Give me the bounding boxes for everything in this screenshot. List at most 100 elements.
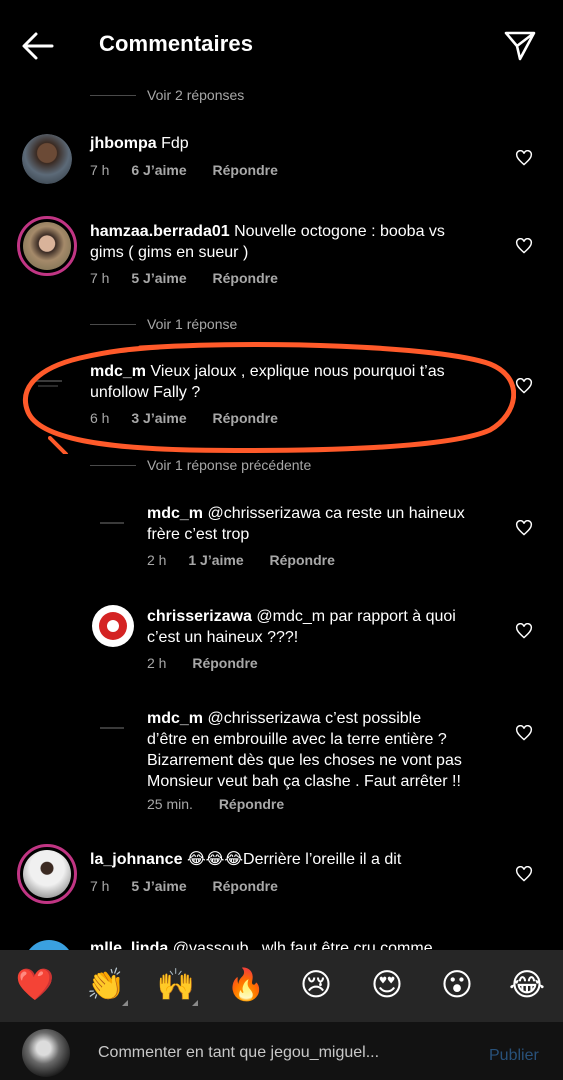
comment-body: c’est un haineux ???!: [147, 629, 299, 646]
comment-body: d’être en embrouille avec la terre entiè…: [147, 731, 447, 748]
comment-input[interactable]: Commenter en tant que jegou_miguel...: [98, 1044, 379, 1062]
heart-icon[interactable]: [515, 725, 533, 741]
reply-button[interactable]: Répondre: [270, 552, 335, 568]
thread-line: [90, 324, 136, 325]
annotation-circle: [23, 342, 516, 454]
variant-indicator-icon: [122, 1000, 128, 1006]
reply-button[interactable]: Répondre: [213, 878, 278, 894]
heart-icon[interactable]: [515, 378, 533, 394]
comment-body: @mdc_m par rapport à quoi: [256, 608, 456, 625]
likes-count[interactable]: 6 J’aime: [131, 162, 186, 178]
timestamp: 2 h: [147, 655, 167, 671]
timestamp: 25 min.: [147, 796, 193, 812]
avatar[interactable]: [92, 709, 132, 749]
comment-body: 😂😂😂Derrière l’oreille il a dit: [186, 851, 402, 868]
comment-meta: 2 h 1 J’aime Répondre: [147, 552, 335, 568]
comment-text: mlle_linda @vassoub_ wlh faut être cru c…: [90, 938, 520, 950]
reply-button[interactable]: Répondre: [192, 655, 257, 671]
reply-button[interactable]: Répondre: [213, 162, 278, 178]
timestamp: 7 h: [90, 270, 110, 286]
avatar[interactable]: [17, 216, 77, 276]
emoji-clap-button[interactable]: 👏: [86, 967, 128, 1006]
reply-item: mdc_m @chrisserizawa ca reste un haineux…: [0, 500, 563, 580]
comment-meta: 25 min. Répondre: [147, 796, 284, 812]
username[interactable]: hamzaa.berrada01: [90, 223, 230, 240]
comment-item: mlle_linda @vassoub_ wlh faut être cru c…: [0, 935, 563, 950]
comment-body: @chrisserizawa c’est possible: [207, 710, 422, 727]
comment-text: mdc_m @chrisserizawa c’est possible d’êt…: [147, 708, 527, 792]
back-arrow-icon[interactable]: [20, 28, 56, 64]
emoji-raised-hands-button[interactable]: 🙌: [156, 967, 198, 1006]
timestamp: 2 h: [147, 552, 167, 568]
view-replies-label: Voir 1 réponse: [147, 316, 238, 332]
timestamp: 7 h: [90, 162, 110, 178]
emoji-heart-button[interactable]: ❤️: [15, 968, 55, 1002]
comment-meta: 7 h 6 J’aime Répondre: [90, 162, 278, 178]
heart-icon[interactable]: [515, 623, 533, 639]
comment-body: Monsieur veut bah ça clashe . Faut arrêt…: [147, 773, 461, 790]
post-button[interactable]: Publier: [489, 1047, 539, 1065]
comment-body: gims ( gims en sueur ): [90, 244, 249, 261]
emoji-surprised-button[interactable]: 😮: [437, 968, 477, 1002]
heart-icon[interactable]: [515, 866, 533, 882]
emoji-crying-button[interactable]: 😢: [296, 968, 336, 1002]
emoji-glyph: 🙌: [156, 967, 196, 1002]
send-icon[interactable]: [503, 28, 537, 62]
reply-item: chrisserizawa @mdc_m par rapport à quoi …: [0, 603, 563, 683]
comment-item: la_johnance 😂😂😂Derrière l’oreille il a d…: [0, 844, 563, 914]
avatar[interactable]: [24, 940, 74, 950]
emoji-heart-eyes-button[interactable]: 😍: [367, 968, 407, 1002]
reply-button[interactable]: Répondre: [219, 796, 284, 812]
view-replies-toggle[interactable]: Voir 1 réponse: [90, 315, 290, 335]
view-previous-toggle[interactable]: Voir 1 réponse précédente: [90, 456, 350, 476]
emoji-fire-button[interactable]: 🔥: [226, 968, 266, 1002]
avatar[interactable]: [92, 605, 134, 647]
comment-body: Nouvelle octogone : booba vs: [234, 223, 445, 240]
avatar[interactable]: [17, 844, 77, 904]
comment-body: Fdp: [161, 135, 189, 152]
avatar[interactable]: [92, 504, 132, 544]
avatar: [22, 1029, 70, 1077]
heart-icon[interactable]: [515, 150, 533, 166]
variant-indicator-icon: [192, 1000, 198, 1006]
comment-body: @vassoub_ wlh faut être cru comme: [172, 940, 433, 950]
view-replies-label: Voir 2 réponses: [147, 87, 245, 103]
comment-text: hamzaa.berrada01 Nouvelle octogone : boo…: [90, 221, 520, 263]
emoji-glyph: 👏: [86, 967, 126, 1002]
comment-meta: 7 h 5 J’aime Répondre: [90, 270, 278, 286]
comment-body: frère c’est trop: [147, 526, 250, 543]
thread-line: [90, 465, 136, 466]
timestamp: 7 h: [90, 878, 110, 894]
comment-text: mdc_m @chrisserizawa ca reste un haineux…: [147, 503, 507, 545]
comment-item: hamzaa.berrada01 Nouvelle octogone : boo…: [0, 216, 563, 296]
username[interactable]: chrisserizawa: [147, 608, 252, 625]
header: Commentaires: [0, 0, 563, 90]
username[interactable]: mdc_m: [147, 505, 203, 522]
comment-text: chrisserizawa @mdc_m par rapport à quoi …: [147, 606, 507, 648]
comment-composer: Commenter en tant que jegou_miguel... Pu…: [0, 1022, 563, 1080]
comment-body: @chrisserizawa ca reste un haineux: [207, 505, 465, 522]
heart-icon[interactable]: [515, 520, 533, 536]
emoji-laughing-button[interactable]: 😂: [507, 968, 547, 1002]
comment-item: jhbompa Fdp 7 h 6 J’aime Répondre: [0, 130, 563, 190]
avatar[interactable]: [22, 134, 72, 184]
comment-meta: 7 h 5 J’aime Répondre: [90, 878, 278, 894]
comment-text: jhbompa Fdp: [90, 133, 189, 154]
likes-count[interactable]: 1 J’aime: [188, 552, 243, 568]
comment-meta: 2 h Répondre: [147, 655, 258, 671]
heart-icon[interactable]: [515, 238, 533, 254]
comment-body: Bizarrement dès que les choses ne vont p…: [147, 752, 462, 769]
thread-line: [90, 95, 136, 96]
likes-count[interactable]: 5 J’aime: [131, 270, 186, 286]
comment-text: la_johnance 😂😂😂Derrière l’oreille il a d…: [90, 849, 520, 870]
likes-count[interactable]: 5 J’aime: [131, 878, 186, 894]
reply-button[interactable]: Répondre: [213, 270, 278, 286]
username[interactable]: jhbompa: [90, 135, 157, 152]
view-previous-label: Voir 1 réponse précédente: [147, 457, 312, 473]
username[interactable]: mlle_linda: [90, 940, 168, 950]
username[interactable]: la_johnance: [90, 851, 182, 868]
username[interactable]: mdc_m: [147, 710, 203, 727]
reply-item: mdc_m @chrisserizawa c’est possible d’êt…: [0, 705, 563, 825]
view-replies-toggle[interactable]: Voir 2 réponses: [90, 86, 290, 106]
page-title: Commentaires: [99, 31, 254, 56]
